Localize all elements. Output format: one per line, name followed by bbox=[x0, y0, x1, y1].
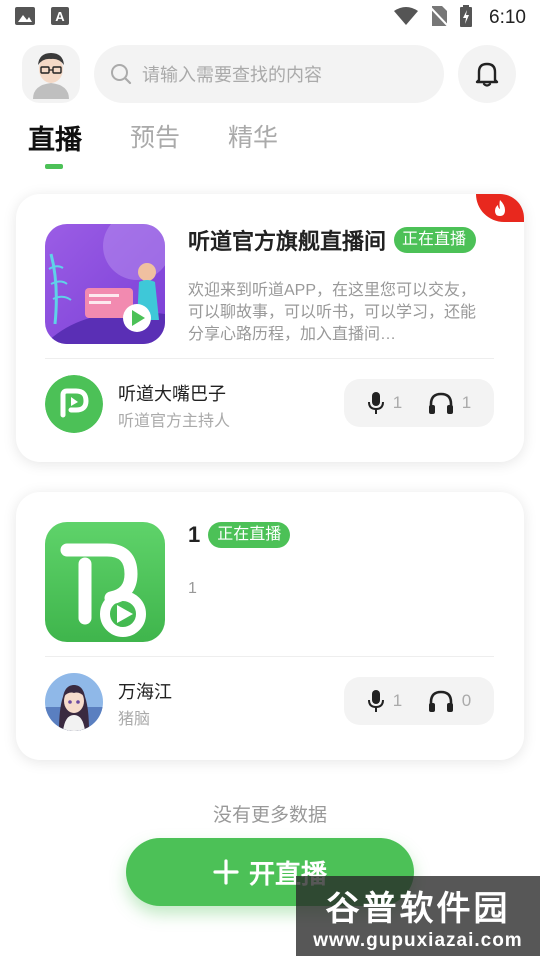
wifi-icon bbox=[393, 6, 419, 31]
headphones-icon bbox=[428, 690, 453, 712]
watermark: 谷普软件园 www.gupuxiazai.com bbox=[296, 876, 540, 956]
tab-preview[interactable]: 预告 bbox=[130, 118, 180, 168]
room-description: 欢迎来到听道APP，在这里您可以交友，可以聊故事，可以听书，可以学习，还能分享心… bbox=[188, 282, 477, 343]
speaker-count-value: 1 bbox=[392, 691, 403, 710]
header: 请输入需要查找的内容 bbox=[22, 44, 518, 104]
speaker-count-value: 1 bbox=[392, 393, 403, 412]
host-title: 听道官方主持人 bbox=[118, 413, 231, 430]
search-placeholder: 请输入需要查找的内容 bbox=[142, 65, 322, 85]
host-name: 万海江 bbox=[118, 682, 172, 702]
live-room-card[interactable]: 听道官方旗舰直播间 正在直播 欢迎来到听道APP，在这里您可以交友，可以聊故事，… bbox=[16, 194, 524, 462]
room-cover bbox=[45, 224, 165, 344]
live-status-badge: 正在直播 bbox=[394, 226, 477, 254]
user-avatar-button[interactable] bbox=[22, 45, 80, 103]
listener-count: 1 bbox=[428, 391, 471, 415]
tab-live-label: 直播 bbox=[28, 125, 82, 155]
room-description: 1 bbox=[188, 580, 197, 597]
no-sim-icon bbox=[429, 5, 449, 32]
app-logo-icon bbox=[45, 522, 165, 642]
user-avatar-icon bbox=[33, 53, 69, 99]
room-title-row: 听道官方旗舰直播间 正在直播 bbox=[188, 224, 496, 256]
host-title: 猪脑 bbox=[118, 711, 151, 728]
watermark-title: 谷普软件园 bbox=[325, 889, 511, 928]
svg-text:A: A bbox=[55, 9, 65, 24]
text-notification-icon: A bbox=[50, 6, 70, 31]
divider bbox=[45, 358, 494, 359]
host-name: 听道大嘴巴子 bbox=[118, 384, 226, 404]
microphone-icon bbox=[367, 392, 384, 414]
tab-live[interactable]: 直播 bbox=[28, 118, 82, 169]
status-bar: A 6:10 bbox=[0, 0, 540, 36]
listener-count-value: 1 bbox=[461, 393, 472, 412]
live-status-badge: 正在直播 bbox=[208, 522, 291, 548]
room-title: 1 bbox=[188, 522, 201, 547]
tab-highlights-label: 精华 bbox=[228, 124, 279, 152]
hot-badge bbox=[476, 194, 524, 222]
image-notification-icon bbox=[14, 6, 36, 31]
flame-icon bbox=[495, 200, 505, 216]
tab-bar: 直播 预告 精华 bbox=[28, 118, 278, 169]
anime-girl-avatar-icon bbox=[45, 673, 103, 731]
notification-button[interactable] bbox=[458, 45, 516, 103]
host-avatar[interactable] bbox=[45, 375, 103, 433]
tab-highlights[interactable]: 精华 bbox=[228, 118, 278, 168]
listener-count-value: 0 bbox=[461, 691, 472, 710]
no-more-data-text: 没有更多数据 bbox=[212, 805, 327, 826]
microphone-icon bbox=[367, 690, 384, 712]
status-time: 6:10 bbox=[489, 7, 526, 28]
app-logo-icon bbox=[45, 375, 103, 433]
bell-icon bbox=[475, 62, 499, 87]
search-icon bbox=[111, 64, 132, 85]
room-title: 听道官方旗舰直播间 bbox=[188, 229, 387, 254]
search-bar[interactable]: 请输入需要查找的内容 bbox=[94, 45, 444, 103]
listener-count: 0 bbox=[428, 689, 471, 713]
divider bbox=[45, 656, 494, 657]
tab-active-indicator bbox=[45, 164, 63, 169]
watermark-url: www.gupuxiazai.com bbox=[313, 929, 523, 951]
host-avatar[interactable] bbox=[45, 673, 103, 731]
speaker-count: 1 bbox=[367, 391, 402, 415]
room-cover bbox=[45, 522, 165, 642]
tab-preview-label: 预告 bbox=[130, 124, 181, 152]
plus-icon bbox=[213, 859, 239, 885]
room-stats: 1 0 bbox=[344, 677, 494, 725]
live-room-card[interactable]: 1 正在直播 1 万海江 猪脑 1 0 bbox=[16, 492, 524, 760]
speaker-count: 1 bbox=[367, 689, 402, 713]
room-stats: 1 1 bbox=[344, 379, 494, 427]
room-title-row: 1 正在直播 bbox=[188, 522, 496, 548]
headphones-icon bbox=[428, 392, 453, 414]
battery-icon bbox=[459, 4, 473, 32]
